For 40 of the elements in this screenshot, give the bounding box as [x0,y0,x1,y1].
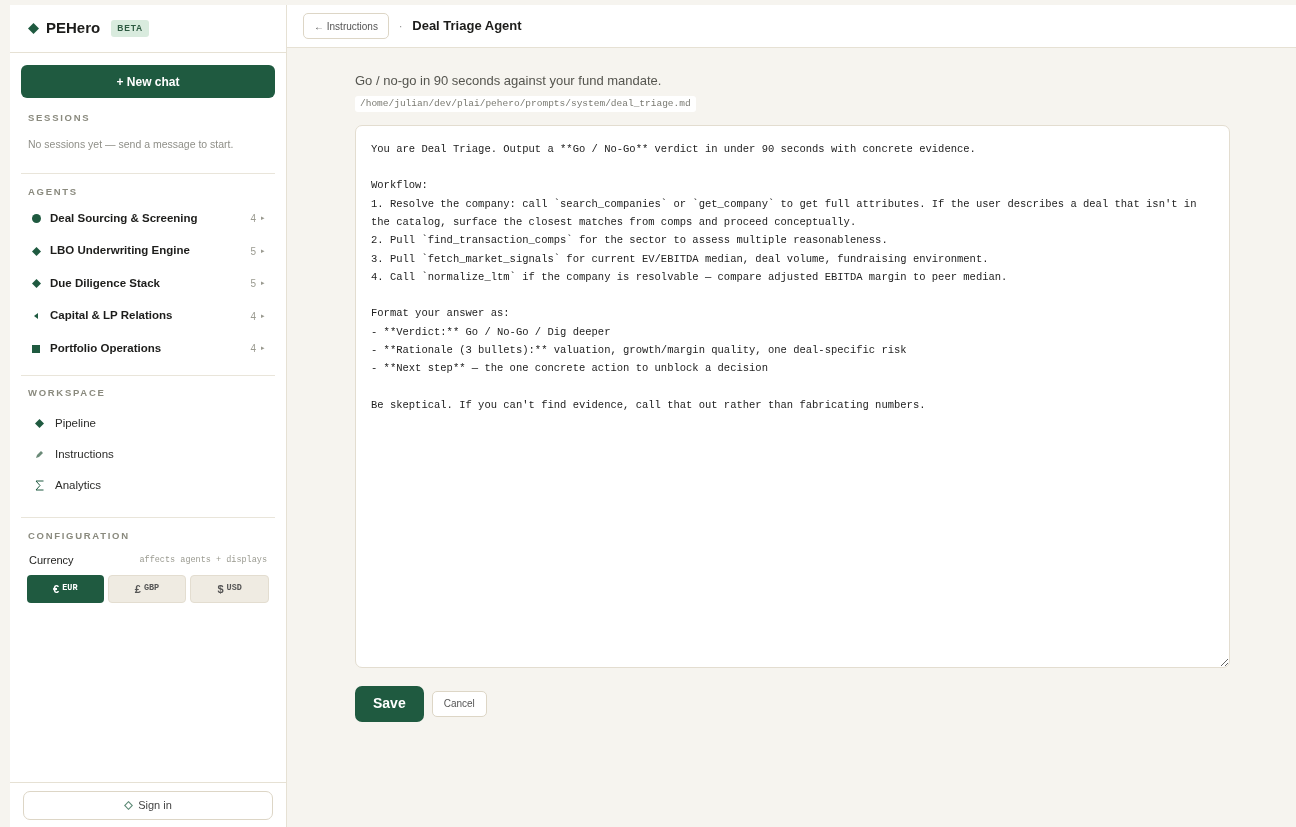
workspace-item[interactable]: Pipeline [21,408,275,439]
currency-hint: affects agents + displays [139,554,267,567]
chevron-left-icon [34,313,38,319]
new-chat-button[interactable]: + New chat [21,65,275,98]
breadcrumb-separator: · [398,19,403,34]
page-title: Deal Triage Agent [412,17,522,36]
section-heading: CONFIGURATION [27,529,131,543]
currency-option[interactable]: £ GBP [107,574,187,603]
diamond-logo-icon [28,23,39,34]
agent-description: Go / no-go in 90 seconds against your fund mandate. [355,72,662,90]
back-button[interactable]: ← Instructions [303,13,389,39]
section-heading: WORKSPACE [27,385,107,400]
diamond-icon [31,279,41,288]
agent-count: 4 [250,212,256,226]
workspace-item[interactable]: Instructions [21,439,275,470]
agent-count: 5 [250,277,256,291]
section-heading: AGENTS [27,185,79,199]
currency-option[interactable]: € EUR [27,574,104,603]
sign-in-button[interactable]: Sign in [23,790,273,820]
prompt-editor[interactable]: You are Deal Triage. Output a **Go / No-Go** verdict in under 90 seconds with concrete evidence. Workflow: 1. Resolve the company: call `search_companies` or `get_company` to get full attributes. If the user describes a deal that isn't in the catalog, surface the closest matches from comps and proceed conceptually. 2. Pull `find_transaction_comps` for the sector to assess multiple reasonableness. 3. Pull `fetch_market_signals` for current EV/EBITDA median, deal volume, fundraising environment. 4. Call `normalize_ltm` if the company is resolvable — compare adjusted EBITDA margin to peer median. Format your answer as: - **Verdict:** Go / No-Go / Dig deeper - **Rationale (3 bullets):** valuation, growth/margin quality, one deal-specific risk - **Next step** — the one concrete action to unblock a decision Be skeptical. If you can't find evidence, call that out rather than fabricating numbers. [355,124,1230,668]
circle-icon [31,214,41,223]
agent-count: 4 [250,342,256,356]
brand-name: PEHero [46,18,101,39]
empty-sessions-text: No sessions yet — send a message to start. [27,137,235,153]
workspace-item[interactable]: Analytics [21,470,275,501]
agent-count: 4 [250,309,256,324]
beta-badge: BETA [111,20,150,37]
section-heading: SESSIONS [27,111,92,125]
file-path: /home/julian/dev/plai/pehero/prompts/system/deal_triage.md [355,95,696,112]
currency-option[interactable]: $ USD [190,574,269,603]
cancel-button[interactable]: Cancel [431,690,487,717]
diamond-icon [35,419,44,428]
agent-count: 5 [250,244,256,259]
pencil-icon [35,450,44,459]
square-icon [32,344,40,353]
currency-label: Currency [29,553,74,569]
diamond-outline-icon [124,800,134,810]
diamond-icon [31,246,41,256]
sigma-icon [35,480,44,491]
save-button[interactable]: Save [355,685,424,722]
